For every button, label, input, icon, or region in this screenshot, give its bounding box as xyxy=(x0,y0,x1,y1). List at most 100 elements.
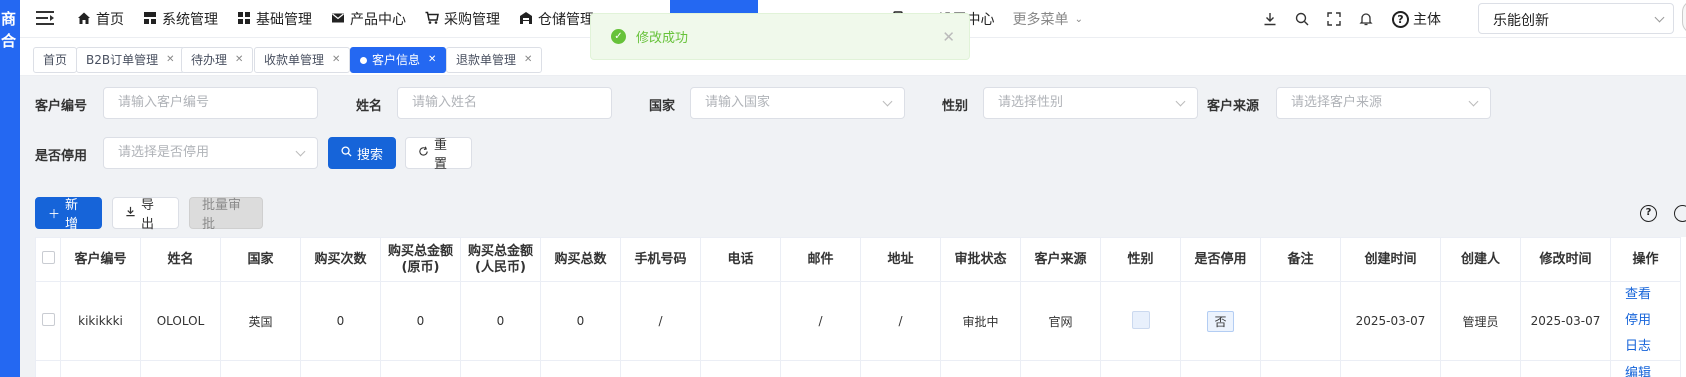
customer-no-input[interactable]: 请输入客户编号 xyxy=(103,87,318,119)
customer-table: 客户编号 姓名 国家 购买次数 购买总金额 (原币) 购买总金额 (人民币) 购买总… xyxy=(35,237,1686,377)
menu-item-products[interactable]: 产品中心 xyxy=(330,9,406,29)
tab-b2b-orders[interactable]: B2B订单管理 ✕ xyxy=(76,47,185,73)
cell-customer-no: kikikkki xyxy=(60,281,141,361)
refresh-icon[interactable] xyxy=(1674,205,1686,222)
country-label: 国家 xyxy=(649,99,676,114)
gender-tag xyxy=(1131,310,1150,329)
table-row: 编辑 xyxy=(35,360,1681,377)
edit-link[interactable]: 编辑 xyxy=(1625,361,1680,377)
close-icon[interactable]: ✕ xyxy=(524,48,532,72)
close-icon[interactable]: ✕ xyxy=(166,48,174,72)
chevron-down-icon xyxy=(1468,96,1479,107)
name-label: 姓名 xyxy=(356,99,383,114)
column-header: 备注 xyxy=(1260,237,1341,282)
source-select[interactable]: 请选择客户来源 xyxy=(1276,87,1491,119)
cart-icon xyxy=(424,11,440,27)
column-header: 客户编号 xyxy=(60,237,141,282)
tab-receipts[interactable]: 收款单管理 ✕ xyxy=(254,47,351,73)
envelope-icon xyxy=(330,11,346,27)
search-icon[interactable] xyxy=(1292,9,1312,29)
cell-gender xyxy=(1100,281,1181,361)
tab-refunds[interactable]: 退款单管理 ✕ xyxy=(446,47,543,73)
disable-link[interactable]: 停用 xyxy=(1625,308,1680,334)
fullscreen-icon[interactable] xyxy=(1324,9,1344,29)
menu-item-purchase[interactable]: 采购管理 xyxy=(424,9,500,29)
warehouse-icon xyxy=(518,11,534,27)
nav-tools: ? 主体 xyxy=(1260,0,1441,38)
bell-icon[interactable] xyxy=(1356,9,1376,29)
column-header: 手机号码 xyxy=(620,237,701,282)
table-header-row: 客户编号 姓名 国家 购买次数 购买总金额 (原币) 购买总金额 (人民币) 购买总… xyxy=(35,237,1681,282)
chevron-down-icon: ⌄ xyxy=(1074,13,1083,25)
column-header: 电话 xyxy=(700,237,781,282)
column-header: 是否停用 xyxy=(1180,237,1261,282)
close-icon[interactable]: ✕ xyxy=(235,48,243,72)
row-checkbox[interactable] xyxy=(35,281,61,361)
chevron-down-icon xyxy=(1175,96,1186,107)
name-input[interactable]: 请输入姓名 xyxy=(397,87,612,119)
cell-name: OLOLOL xyxy=(140,281,221,361)
column-header: 购买总数 xyxy=(540,237,621,282)
batch-approve-button[interactable]: 批量审批 xyxy=(189,197,263,232)
entity-switch[interactable]: ? 主体 xyxy=(1392,9,1441,29)
export-button[interactable]: 导出 xyxy=(112,197,179,232)
column-header: 国家 xyxy=(220,237,301,282)
close-icon[interactable]: ✕ xyxy=(332,48,340,72)
sidebar: 商 合 xyxy=(0,0,20,377)
menu-item-home[interactable]: 首页 xyxy=(76,9,124,29)
column-header: 地址 xyxy=(860,237,941,282)
log-link[interactable]: 日志 xyxy=(1625,334,1680,360)
column-header: 购买次数 xyxy=(300,237,381,282)
grid-icon xyxy=(142,11,158,27)
reset-button[interactable]: 重置 xyxy=(405,137,472,172)
help-icon[interactable]: ? xyxy=(1640,205,1657,222)
apps-icon xyxy=(236,11,252,27)
column-header: 创建人 xyxy=(1440,237,1521,282)
menu-item-basic[interactable]: 基础管理 xyxy=(236,9,312,29)
search-icon xyxy=(341,146,352,160)
column-header: 邮件 xyxy=(780,237,861,282)
column-header: 创建时间 xyxy=(1340,237,1441,282)
avatar[interactable] xyxy=(1682,0,1686,34)
download-icon[interactable] xyxy=(1260,9,1280,29)
menu-item-system[interactable]: 系统管理 xyxy=(142,9,218,29)
menu-active-indicator xyxy=(670,0,758,14)
home-icon xyxy=(76,11,92,27)
tab-home[interactable]: 首页 xyxy=(33,47,78,73)
chevron-down-icon xyxy=(295,146,306,157)
column-header: 购买总金额 (原币) xyxy=(380,237,461,282)
close-icon[interactable]: ✕ xyxy=(942,28,955,46)
cell-purchase-count: 0 xyxy=(300,281,381,361)
cell-creator: 管理员 xyxy=(1440,281,1521,361)
more-menu[interactable]: 更多菜单 ⌄ xyxy=(1013,9,1083,29)
gender-label: 性别 xyxy=(942,99,969,114)
cell-total-qty: 0 xyxy=(540,281,621,361)
collapse-menu-icon[interactable] xyxy=(36,11,54,25)
view-link[interactable]: 查看 xyxy=(1625,282,1680,308)
add-button[interactable]: ＋ 新增 xyxy=(35,197,102,232)
cell-phone xyxy=(700,281,781,361)
select-all-checkbox[interactable] xyxy=(35,237,61,282)
cell-remark xyxy=(1260,281,1341,361)
column-header-line: 购买总金额 xyxy=(387,243,453,259)
cell-actions: 查看 停用 日志 xyxy=(1610,281,1681,361)
tab-todo[interactable]: 待办理 ✕ xyxy=(181,47,254,73)
disabled-select[interactable]: 请选择是否停用 xyxy=(103,137,318,169)
cell-address: / xyxy=(860,281,941,361)
main-menu: 首页 系统管理 基础管理 产品中心 采购管理 仓储管理 xyxy=(76,0,612,38)
column-header: 性别 xyxy=(1100,237,1181,282)
company-select[interactable]: 乐能创新 xyxy=(1478,3,1674,34)
source-label: 客户来源 xyxy=(1207,99,1260,114)
country-select[interactable]: 请输入国家 xyxy=(690,87,905,119)
question-icon: ? xyxy=(1392,10,1409,28)
gender-select[interactable]: 请选择性别 xyxy=(983,87,1198,119)
table-row: kikikkki OLOLOL 英国 0 0 0 0 / / / 审批中 官网 … xyxy=(35,281,1681,361)
search-button[interactable]: 搜索 xyxy=(328,137,396,169)
menu-item-warehouse[interactable]: 仓储管理 xyxy=(518,9,594,29)
check-circle-icon: ✓ xyxy=(611,29,626,44)
close-icon[interactable]: ✕ xyxy=(428,48,436,72)
column-header: 审批状态 xyxy=(940,237,1021,282)
cell-mobile: / xyxy=(620,281,701,361)
disabled-label: 是否停用 xyxy=(35,149,88,164)
tab-customer-info[interactable]: 客户信息 ✕ xyxy=(350,47,447,73)
